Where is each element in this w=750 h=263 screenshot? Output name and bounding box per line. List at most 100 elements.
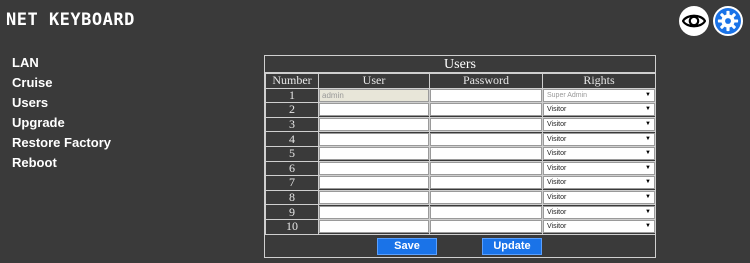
user-input[interactable] xyxy=(319,191,429,205)
password-cell xyxy=(429,218,543,235)
password-input[interactable] xyxy=(430,220,542,234)
gear-icon xyxy=(717,10,739,32)
password-input[interactable] xyxy=(430,103,542,117)
user-cell xyxy=(318,204,430,220)
rights-cell: Visitor ▼ xyxy=(542,145,656,162)
sidebar-item-lan[interactable]: LAN xyxy=(12,53,172,73)
dropdown-arrow-icon: ▼ xyxy=(645,164,651,171)
table-row: 8 Visitor ▼ xyxy=(265,189,656,206)
user-input[interactable] xyxy=(319,161,429,175)
header-bar: NET KEYBOARD xyxy=(0,0,750,42)
password-cell xyxy=(429,116,543,133)
rights-select[interactable]: Visitor ▼ xyxy=(543,220,655,234)
rights-select[interactable]: Super Admin ▼ xyxy=(543,88,655,102)
table-row: 10 Visitor ▼ xyxy=(265,218,656,235)
rights-select[interactable]: Visitor ▼ xyxy=(543,147,655,161)
column-header-password: Password xyxy=(429,73,543,89)
rights-value: Super Admin xyxy=(547,91,588,99)
table-row: 4 Visitor ▼ xyxy=(265,131,656,147)
rights-cell: Visitor ▼ xyxy=(542,204,656,220)
user-input[interactable] xyxy=(319,132,429,146)
rights-cell: Visitor ▼ xyxy=(542,102,656,118)
user-cell xyxy=(318,218,430,235)
users-table: Number User Password Rights 1 admin Super … xyxy=(265,73,656,235)
user-input[interactable] xyxy=(319,205,429,219)
password-input[interactable] xyxy=(430,147,542,161)
password-cell xyxy=(429,175,543,191)
rights-value: Visitor xyxy=(547,150,567,158)
dropdown-arrow-icon: ▼ xyxy=(645,223,651,230)
rights-value: Visitor xyxy=(547,121,567,129)
rights-select[interactable]: Visitor ▼ xyxy=(543,205,655,219)
user-input[interactable] xyxy=(319,220,429,234)
password-input[interactable] xyxy=(430,205,542,219)
update-button[interactable]: Update xyxy=(482,238,542,255)
dropdown-arrow-icon: ▼ xyxy=(645,121,651,128)
user-input[interactable]: admin xyxy=(319,88,429,102)
user-cell xyxy=(318,160,430,177)
row-number: 10 xyxy=(265,218,319,235)
user-cell: admin xyxy=(318,87,430,104)
sidebar-item-users[interactable]: Users xyxy=(12,93,172,113)
dropdown-arrow-icon: ▼ xyxy=(645,179,651,186)
sidebar-item-cruise[interactable]: Cruise xyxy=(12,73,172,93)
user-cell xyxy=(318,116,430,133)
table-header-row: Number User Password Rights xyxy=(265,73,656,89)
rights-cell: Visitor ▼ xyxy=(542,160,656,177)
rights-select[interactable]: Visitor ▼ xyxy=(543,176,655,190)
user-input[interactable] xyxy=(319,176,429,190)
row-number: 6 xyxy=(265,160,319,177)
user-input[interactable] xyxy=(319,103,429,117)
dropdown-arrow-icon: ▼ xyxy=(645,150,651,157)
table-row: 2 Visitor ▼ xyxy=(265,102,656,118)
rights-value: Visitor xyxy=(547,135,567,143)
rights-select[interactable]: Visitor ▼ xyxy=(543,161,655,175)
password-cell xyxy=(429,102,543,118)
table-row: 3 Visitor ▼ xyxy=(265,116,656,133)
users-table-body: 1 admin Super Admin ▼ 2 Visitor ▼ 3 Visitor ▼ 4 Vis… xyxy=(265,87,656,235)
sidebar-nav: LAN Cruise Users Upgrade Restore Factory… xyxy=(12,53,172,173)
password-input[interactable] xyxy=(430,132,542,146)
password-input[interactable] xyxy=(430,176,542,190)
password-cell xyxy=(429,131,543,147)
table-row: 9 Visitor ▼ xyxy=(265,204,656,220)
rights-select[interactable]: Visitor ▼ xyxy=(543,103,655,117)
table-row: 1 admin Super Admin ▼ xyxy=(265,87,656,104)
column-header-number: Number xyxy=(265,73,319,89)
rights-value: Visitor xyxy=(547,223,567,231)
view-button[interactable] xyxy=(679,6,709,36)
user-input[interactable] xyxy=(319,118,429,132)
password-input[interactable] xyxy=(430,88,542,102)
table-row: 6 Visitor ▼ xyxy=(265,160,656,177)
password-input[interactable] xyxy=(430,161,542,175)
table-row: 7 Visitor ▼ xyxy=(265,175,656,191)
sidebar-item-reboot[interactable]: Reboot xyxy=(12,153,172,173)
row-number: 8 xyxy=(265,189,319,206)
rights-value: Visitor xyxy=(547,208,567,216)
dropdown-arrow-icon: ▼ xyxy=(645,91,651,98)
save-button[interactable]: Save xyxy=(377,238,437,255)
rights-value: Visitor xyxy=(547,194,567,202)
rights-value: Visitor xyxy=(547,179,567,187)
column-header-rights: Rights xyxy=(542,73,656,89)
rights-select[interactable]: Visitor ▼ xyxy=(543,132,655,146)
user-cell xyxy=(318,145,430,162)
password-input[interactable] xyxy=(430,191,542,205)
user-input[interactable] xyxy=(319,147,429,161)
row-number: 7 xyxy=(265,175,319,191)
sidebar-item-upgrade[interactable]: Upgrade xyxy=(12,113,172,133)
dropdown-arrow-icon: ▼ xyxy=(645,135,651,142)
user-cell xyxy=(318,175,430,191)
rights-select[interactable]: Visitor ▼ xyxy=(543,118,655,132)
user-cell xyxy=(318,102,430,118)
users-panel: Users Number User Password Rights 1 admin… xyxy=(264,55,656,258)
rights-cell: Visitor ▼ xyxy=(542,189,656,206)
rights-cell: Visitor ▼ xyxy=(542,218,656,235)
sidebar-item-restore-factory[interactable]: Restore Factory xyxy=(12,133,172,153)
table-row: 5 Visitor ▼ xyxy=(265,145,656,162)
button-row: Save Update xyxy=(265,236,655,258)
settings-button[interactable] xyxy=(713,6,743,36)
password-input[interactable] xyxy=(430,118,542,132)
rights-select[interactable]: Visitor ▼ xyxy=(543,191,655,205)
rights-cell: Super Admin ▼ xyxy=(542,87,656,104)
